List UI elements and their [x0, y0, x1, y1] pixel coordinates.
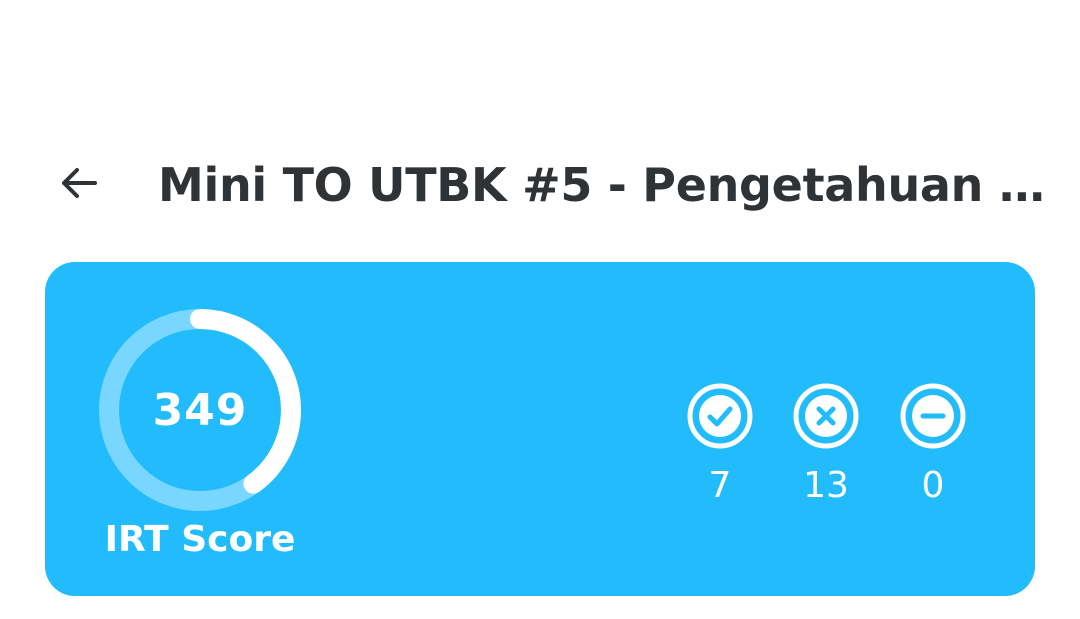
stat-correct: 7: [680, 382, 760, 508]
arrow-left-icon: [57, 161, 101, 209]
top-app-bar: Mini TO UTBK #5 - Pengetahuan K...: [0, 140, 1080, 230]
check-circle-icon: [686, 382, 754, 450]
empty-count: 0: [921, 465, 945, 506]
stat-wrong: 13: [786, 382, 866, 508]
x-circle-icon: [792, 382, 860, 450]
result-screen: Mini TO UTBK #5 - Pengetahuan K... 349 I…: [0, 0, 1080, 619]
irt-score-label: IRT Score: [104, 519, 296, 560]
irt-score-value: 349: [152, 384, 248, 436]
page-title: Mini TO UTBK #5 - Pengetahuan K...: [158, 158, 1072, 212]
wrong-count: 13: [803, 465, 849, 506]
irt-score-gauge: 349: [98, 308, 302, 512]
correct-count: 7: [708, 465, 732, 506]
stat-empty: 0: [893, 382, 973, 508]
back-button[interactable]: [50, 156, 108, 214]
minus-circle-icon: [899, 382, 967, 450]
